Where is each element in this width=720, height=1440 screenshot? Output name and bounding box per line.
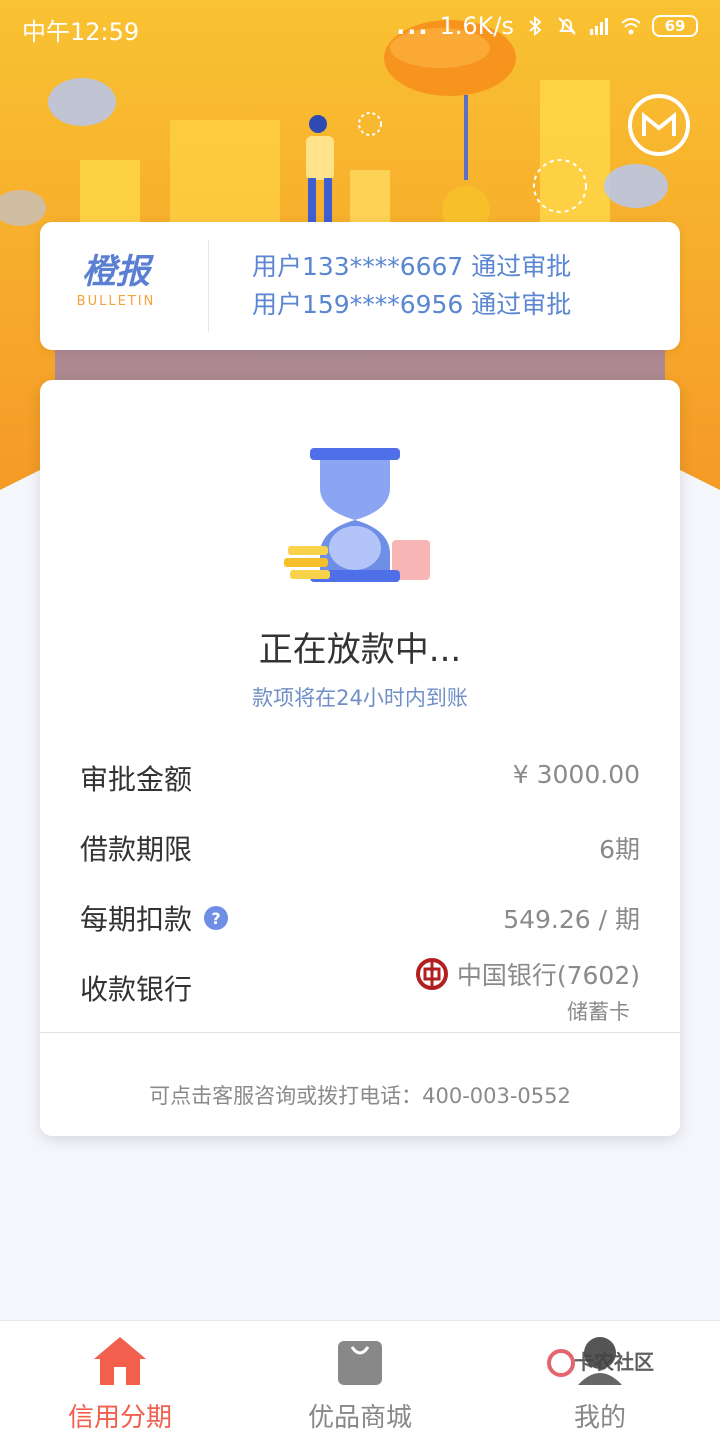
loan-status-title: 正在放款中... [258, 630, 462, 670]
loan-term-label: 借款期限 [80, 833, 193, 866]
hourglass-icon [284, 448, 430, 582]
watermark-logo: 卡农社区 [546, 1346, 666, 1386]
watermark-text: 卡农社区 [574, 1350, 654, 1374]
bulletin-notice-item: 用户159****6956 通过审批 [252, 290, 572, 319]
bulletin-brand: 橙报 BULLETIN [62, 252, 170, 309]
battery-icon: 69 [652, 15, 698, 37]
bulletin-notice-item: 用户133****6667 通过审批 [252, 252, 572, 281]
nav-item-credit-installment[interactable]: 信用分期 [0, 1321, 240, 1440]
approval-amount-label: 审批金额 [80, 763, 193, 796]
network-speed: 1.6K/s [439, 12, 515, 40]
loan-term-value: 6期 [599, 835, 640, 864]
question-icon[interactable]: ? [204, 906, 229, 930]
status-bar: 中午12:59 ... 1.6K/s 69 [0, 0, 720, 52]
bank-card-type: 储蓄卡 [567, 1000, 630, 1024]
loan-status-card: 正在放款中... 款项将在24小时内到账 审批金额 ¥ 3000.00 借款期限… [40, 380, 680, 1136]
loan-term-row: 借款期限 6期 [80, 828, 640, 872]
signal-icon [590, 18, 608, 35]
status-time: 中午12:59 [22, 18, 140, 46]
watermark-flower-icon [547, 1349, 575, 1377]
card-divider [40, 1032, 680, 1033]
installment-label-group: 每期扣款 ? [80, 898, 229, 938]
bluetooth-icon [529, 15, 542, 37]
nav-label-credit-installment: 信用分期 [67, 1403, 172, 1433]
installment-value: 549.26 / 期 [503, 905, 640, 934]
bank-row: 收款银行 中国银行(7602) 储蓄卡 [80, 958, 640, 1028]
home-icon [94, 1337, 146, 1385]
bulletin-brand-en: BULLETIN [76, 294, 156, 309]
brand-m-logo-icon[interactable] [628, 94, 690, 156]
customer-service-contact[interactable]: 可点击客服咨询或拨打电话：400-003-0552 [40, 1080, 680, 1110]
bulletin-brand-cn: 橙报 [82, 252, 150, 292]
installment-label: 每期扣款 [80, 903, 193, 936]
bulletin-divider [208, 240, 209, 332]
bank-name-group: 中国银行(7602) [415, 956, 640, 992]
more-dots-icon: ... [396, 12, 430, 40]
status-icons: ... 1.6K/s 69 [396, 12, 698, 40]
bank-name: 中国银行(7602) [456, 961, 640, 990]
nav-label-profile: 我的 [573, 1403, 626, 1433]
bank-of-china-icon [415, 958, 448, 990]
nav-item-mall[interactable]: 优品商城 [240, 1321, 480, 1440]
mute-bell-icon [558, 17, 576, 35]
wifi-icon [621, 18, 641, 35]
shopping-bag-icon [338, 1341, 382, 1385]
bulletin-card: 橙报 BULLETIN 用户133****6667 通过审批 用户159****… [40, 222, 680, 350]
installment-row: 每期扣款 ? 549.26 / 期 [80, 898, 640, 942]
bulletin-notices: 用户133****6667 通过审批 用户159****6956 通过审批 [252, 248, 571, 324]
approval-amount-row: 审批金额 ¥ 3000.00 [80, 758, 640, 802]
loan-status-subtitle: 款项将在24小时内到账 [252, 686, 468, 710]
approval-amount-value: ¥ 3000.00 [512, 760, 640, 789]
bank-info: 中国银行(7602) 储蓄卡 [415, 956, 640, 1026]
bank-label: 收款银行 [80, 973, 193, 1006]
nav-label-mall: 优品商城 [307, 1403, 412, 1433]
